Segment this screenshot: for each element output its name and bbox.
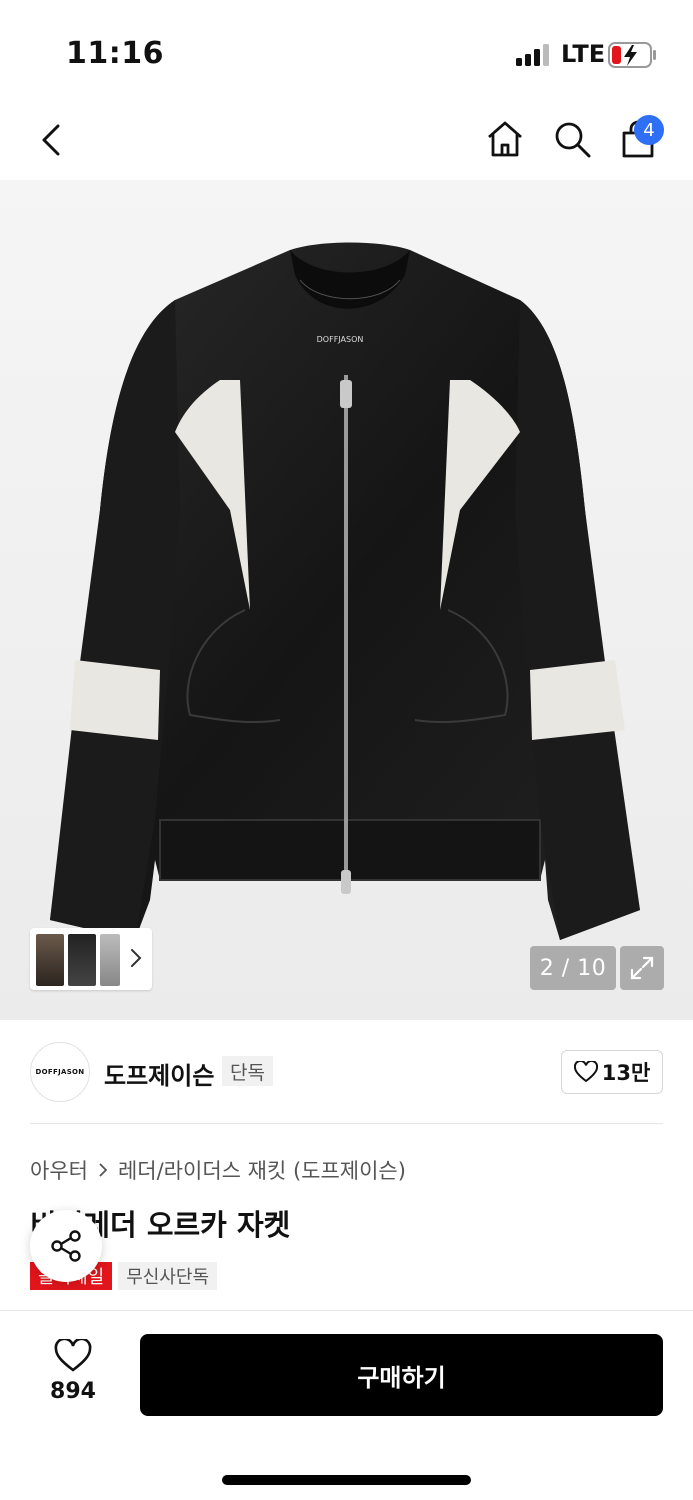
- brand-exclusive-tag: 단독: [222, 1056, 273, 1086]
- chevron-left-icon: [42, 124, 60, 156]
- exclusive-badge: 무신사단독: [118, 1262, 218, 1290]
- status-bar: 11:16 LTE: [0, 0, 693, 100]
- status-time: 11:16: [66, 36, 164, 71]
- brand-row: DOFFJASON 도프제이슨 단독 13만: [30, 1040, 663, 1104]
- brand-name[interactable]: 도프제이슨: [104, 1056, 214, 1091]
- brand-like-button[interactable]: 13만: [561, 1050, 663, 1094]
- home-indicator: [222, 1475, 471, 1485]
- battery-charging-icon: [608, 42, 656, 68]
- thumbnail-jacket-photo[interactable]: [68, 934, 96, 986]
- signal-icon: [516, 44, 549, 66]
- jacket-brand-print: DOFFJASON: [317, 335, 364, 344]
- product-image-gallery[interactable]: DOFFJASON 2 / 10: [0, 180, 693, 1020]
- top-nav: [0, 100, 693, 180]
- home-button[interactable]: [482, 116, 528, 162]
- buy-button[interactable]: 구매하기: [140, 1334, 663, 1416]
- brand-logo[interactable]: DOFFJASON: [30, 1042, 90, 1102]
- breadcrumb: 아우터 레더/라이더스 재킷 (도프제이슨): [30, 1155, 406, 1185]
- divider: [30, 1123, 663, 1124]
- breadcrumb-subcategory[interactable]: 레더/라이더스 재킷 (도프제이슨): [118, 1155, 406, 1185]
- heart-icon: [54, 1337, 92, 1372]
- thumbnail-model-photo[interactable]: [36, 934, 64, 986]
- thumbnail-strip[interactable]: [30, 928, 152, 990]
- expand-icon: [630, 956, 654, 980]
- network-label: LTE: [561, 40, 606, 68]
- image-counter: 2 / 10: [530, 946, 616, 990]
- product-image: DOFFJASON: [50, 242, 640, 940]
- wishlist-count: 894: [50, 1379, 96, 1404]
- wishlist-button[interactable]: 894: [40, 1337, 106, 1404]
- back-button[interactable]: [30, 118, 74, 162]
- cart-count-badge: 4: [634, 115, 664, 145]
- share-button[interactable]: [30, 1210, 102, 1282]
- fullscreen-button[interactable]: [620, 946, 664, 990]
- chevron-right-icon: [99, 1163, 108, 1177]
- brand-like-count: 13만: [601, 1061, 651, 1085]
- chevron-right-icon: [131, 949, 142, 967]
- search-icon: [555, 122, 591, 158]
- bottom-action-bar: 894 구매하기: [0, 1310, 693, 1500]
- share-icon: [51, 1230, 81, 1262]
- thumbnail-side-photo[interactable]: [100, 934, 120, 986]
- home-icon: [488, 121, 522, 157]
- heart-icon: [573, 1061, 598, 1083]
- breadcrumb-category[interactable]: 아우터: [30, 1155, 88, 1185]
- search-button[interactable]: [549, 116, 595, 162]
